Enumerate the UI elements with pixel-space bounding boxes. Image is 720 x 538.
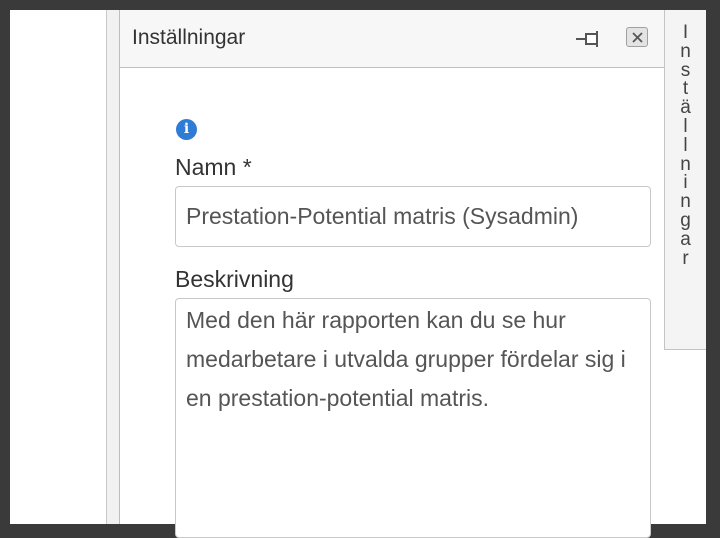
side-tab-letter: n <box>680 40 691 62</box>
side-tab-letter: a <box>680 228 691 250</box>
close-button[interactable] <box>626 27 648 47</box>
panel-title: Inställningar <box>132 26 246 49</box>
window-border <box>706 0 720 524</box>
side-tab-letter: l <box>683 134 688 156</box>
side-tab-letter: l <box>683 115 688 137</box>
info-icon[interactable]: i <box>176 119 197 140</box>
description-textarea[interactable]: Med den här rapporten kan du se hur meda… <box>175 298 651 538</box>
close-icon <box>632 32 643 43</box>
app-frame: Inställningar i Namn * Beskrivning Med d… <box>10 10 706 538</box>
name-input[interactable] <box>175 186 651 247</box>
side-tab-letter: g <box>680 209 691 231</box>
description-label: Beskrivning <box>175 266 294 292</box>
settings-panel: Inställningar i Namn * Beskrivning Med d… <box>120 10 668 538</box>
pin-icon[interactable] <box>574 30 602 48</box>
name-label: Namn * <box>175 154 252 180</box>
panel-header: Inställningar <box>120 10 668 68</box>
side-tab-installningar[interactable]: Inställningar <box>664 10 706 350</box>
splitter-handle[interactable] <box>107 10 120 524</box>
side-tab-letter: I <box>682 22 689 43</box>
side-tab-label: Inställningar <box>665 22 706 269</box>
side-tab-letter: r <box>682 247 689 269</box>
left-column <box>10 10 107 524</box>
